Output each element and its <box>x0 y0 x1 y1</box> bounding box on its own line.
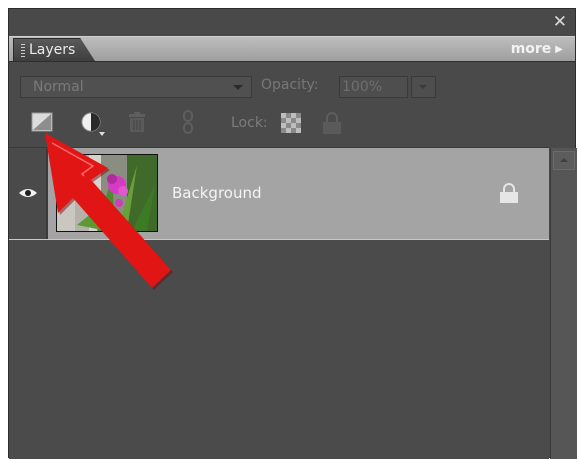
new-layer-icon[interactable] <box>31 112 53 132</box>
layers-panel: ✕ Layers more ▶ Normal Opacity: 100% Loc… <box>8 8 577 459</box>
lock-label: Lock: <box>231 115 268 131</box>
grip-icon <box>21 44 25 58</box>
adjustment-layer-icon[interactable] <box>80 111 106 137</box>
panel-titlebar: ✕ <box>9 9 575 35</box>
layer-thumbnail <box>56 154 158 232</box>
layer-row[interactable]: Background <box>9 148 549 240</box>
more-arrow-icon: ▶ <box>555 44 563 55</box>
visibility-toggle[interactable] <box>9 148 48 239</box>
chevron-down-icon <box>233 85 243 90</box>
opacity-label: Opacity: <box>261 77 319 93</box>
opacity-input[interactable]: 100% <box>339 76 408 98</box>
lock-icon <box>500 183 518 203</box>
layers-list: Background <box>9 147 549 459</box>
blend-mode-value: Normal <box>33 79 84 95</box>
layer-name: Background <box>172 184 262 202</box>
lock-transparency-icon[interactable] <box>281 113 301 133</box>
tab-strip: Layers more ▶ <box>9 36 575 62</box>
eye-icon <box>19 189 37 197</box>
tab-layers[interactable]: Layers <box>13 38 95 61</box>
vertical-scrollbar[interactable] <box>550 148 577 459</box>
more-button[interactable]: more ▶ <box>511 41 563 57</box>
trash-icon[interactable] <box>127 111 147 133</box>
chevron-up-icon <box>560 158 568 162</box>
more-label: more <box>510 41 552 57</box>
close-button[interactable]: ✕ <box>553 12 567 32</box>
scroll-up-button[interactable] <box>553 151 575 170</box>
opacity-dropdown-button[interactable] <box>411 76 436 98</box>
lock-all-icon[interactable] <box>321 111 343 135</box>
link-icon[interactable] <box>181 109 195 135</box>
blend-mode-select[interactable]: Normal <box>20 76 252 98</box>
chevron-down-icon <box>419 85 427 89</box>
tab-label: Layers <box>29 42 76 58</box>
